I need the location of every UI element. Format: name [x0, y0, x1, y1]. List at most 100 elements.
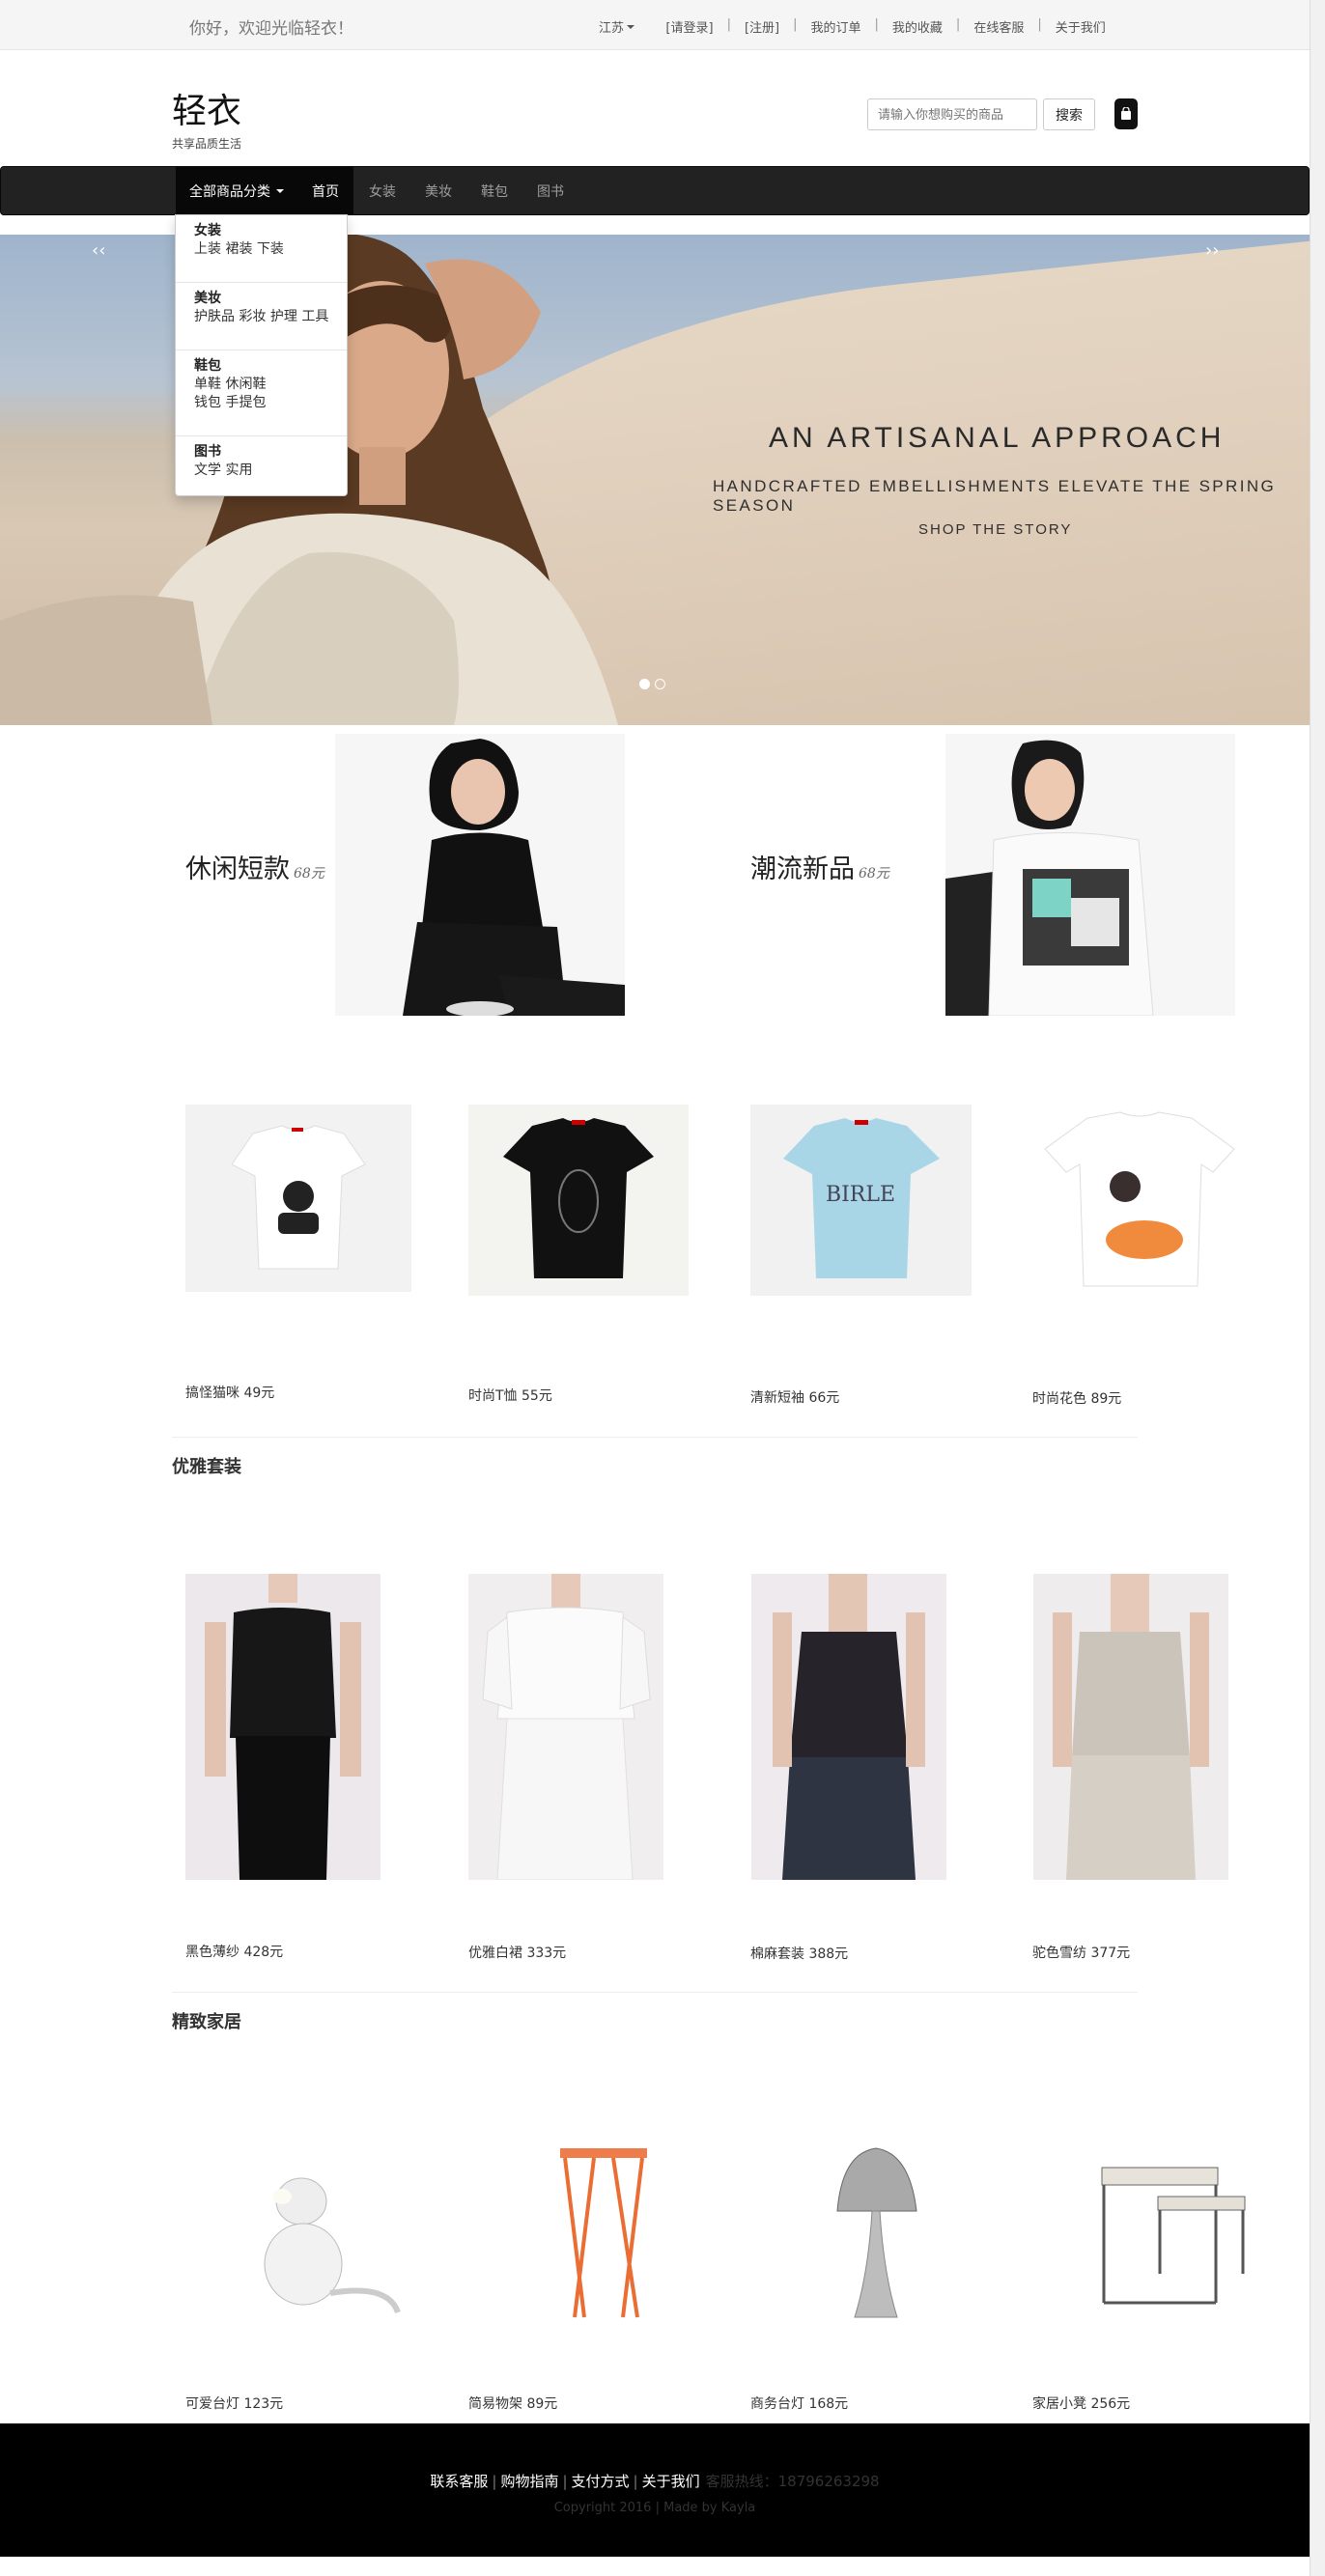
divider: | — [492, 2473, 497, 2490]
top-nav: 江苏 | [请登录] | [注册] | 我的订单 | 我的收藏 | 在线客服 |… — [599, 17, 1106, 36]
feature-casual-image[interactable] — [335, 734, 625, 1016]
nav-beauty[interactable]: 美妆 — [425, 167, 452, 214]
product-image-shelf[interactable] — [468, 2129, 700, 2327]
product-label[interactable]: 商务台灯 168元 — [750, 2394, 848, 2413]
footer-payment-link[interactable]: 支付方式 — [572, 2473, 630, 2490]
search-input[interactable] — [867, 98, 1037, 130]
dropdown-group-shoes-bags[interactable]: 鞋包 单鞋 休闲鞋 钱包 手提包 — [194, 357, 266, 412]
nav-home[interactable]: 首页 — [312, 167, 339, 214]
footer-contact-link[interactable]: 联系客服 — [430, 2473, 488, 2490]
product-label[interactable]: 简易物架 89元 — [468, 2394, 557, 2413]
product-label[interactable]: 时尚T恤 55元 — [468, 1386, 552, 1405]
page: 你好，欢迎光临轻衣！ 江苏 | [请登录] | [注册] | 我的订单 | 我的… — [0, 0, 1310, 2576]
about-us-link[interactable]: 关于我们 — [1056, 17, 1106, 36]
section-divider — [172, 1437, 1138, 1438]
dropdown-group-women[interactable]: 女装 上装 裙装 下装 — [194, 222, 284, 259]
category-dropdown-menu: 女装 上装 裙装 下装 美妆 护肤品 彩妆 护理 工具 鞋包 单鞋 休闲鞋 钱包… — [175, 214, 348, 496]
product-label[interactable]: 家居小凳 256元 — [1032, 2394, 1130, 2413]
group-items[interactable]: 护肤品 彩妆 护理 工具 — [194, 308, 328, 326]
product-image-linen-set[interactable] — [751, 1574, 946, 1880]
category-label: 全部商品分类 — [189, 183, 270, 200]
product-image-floral-tee[interactable] — [1033, 1105, 1246, 1292]
feature-price: 68元 — [294, 866, 324, 882]
section-title-suits: 优雅套装 — [172, 1457, 241, 1477]
login-link[interactable]: [请登录] — [665, 17, 713, 36]
search-button[interactable]: 搜索 — [1043, 98, 1095, 130]
group-items[interactable]: 文学 实用 — [194, 462, 252, 480]
footer-about-link[interactable]: 关于我们 — [642, 2473, 700, 2490]
product-image-white-dress[interactable] — [468, 1574, 663, 1880]
dropdown-group-books[interactable]: 图书 文学 实用 — [194, 443, 252, 480]
divider — [176, 435, 347, 436]
chevron-down-icon — [276, 188, 284, 193]
feature-trendy-title[interactable]: 潮流新品 68元 — [750, 848, 889, 885]
group-title: 美妆 — [194, 291, 221, 306]
nav-shoes-bags[interactable]: 鞋包 — [481, 167, 508, 214]
main-navbar: 全部商品分类 首页 女装 美妆 鞋包 图书 — [0, 166, 1310, 215]
svg-text:BIRLE: BIRLE — [826, 1183, 895, 1207]
footer-hotline: 客服热线：18796263298 — [705, 2473, 880, 2490]
divider — [176, 282, 347, 283]
product-image-monkey-lamp[interactable] — [185, 2129, 417, 2327]
nav-women[interactable]: 女装 — [369, 167, 396, 214]
feature-name: 休闲短款 — [185, 854, 290, 884]
product-image-cat-tee[interactable] — [185, 1105, 411, 1292]
product-label[interactable]: 可爱台灯 123元 — [185, 2394, 283, 2413]
feature-casual-title[interactable]: 休闲短款 68元 — [185, 848, 324, 885]
footer-guide-link[interactable]: 购物指南 — [500, 2473, 558, 2490]
product-label[interactable]: 棉麻套装 388元 — [750, 1944, 848, 1963]
hero-title: AN ARTISANAL APPROACH — [769, 422, 1226, 454]
hero-model-image — [0, 235, 618, 725]
shopping-bag-icon[interactable] — [1114, 98, 1138, 129]
my-favorites-link[interactable]: 我的收藏 — [892, 17, 943, 36]
divider: | — [874, 17, 879, 32]
hero-cta-link[interactable]: SHOP THE STORY — [918, 521, 1072, 538]
carousel-dot[interactable] — [655, 679, 665, 689]
group-items[interactable]: 单鞋 休闲鞋 — [194, 376, 266, 394]
welcome-text: 你好，欢迎光临轻衣！ — [189, 19, 353, 39]
chevron-down-icon — [627, 24, 635, 29]
carousel-prev-button[interactable]: ‹‹ — [92, 240, 105, 261]
product-image-desk-lamp[interactable] — [750, 2129, 982, 2327]
section-divider — [172, 1992, 1138, 1993]
carousel-indicators — [639, 679, 665, 689]
register-link[interactable]: [注册] — [745, 17, 779, 36]
group-title: 鞋包 — [194, 358, 221, 374]
product-label[interactable]: 驼色雪纺 377元 — [1032, 1943, 1130, 1962]
hero-subtitle: HANDCRAFTED EMBELLISHMENTS ELEVATE THE S… — [713, 477, 1277, 515]
brand-logo[interactable]: 轻衣 — [172, 83, 241, 133]
product-image-stool[interactable] — [1032, 2129, 1264, 2327]
feature-price: 68元 — [859, 866, 889, 882]
divider: | — [1037, 17, 1042, 32]
brand-tagline: 共享品质生活 — [172, 137, 242, 151]
my-orders-link[interactable]: 我的订单 — [811, 17, 861, 36]
region-selector[interactable]: 江苏 — [599, 17, 635, 36]
divider: | — [633, 2473, 638, 2490]
product-label[interactable]: 时尚花色 89元 — [1032, 1388, 1121, 1408]
product-label[interactable]: 黑色薄纱 428元 — [185, 1942, 283, 1961]
vertical-scrollbar[interactable] — [1310, 0, 1325, 2576]
top-bar: 你好，欢迎光临轻衣！ 江苏 | [请登录] | [注册] | 我的订单 | 我的… — [0, 0, 1310, 50]
group-items[interactable]: 上装 裙装 下装 — [194, 240, 284, 259]
carousel-next-button[interactable]: ›› — [1205, 240, 1219, 261]
online-service-link[interactable]: 在线客服 — [973, 17, 1024, 36]
product-image-black-chiffon[interactable] — [185, 1574, 381, 1880]
divider: | — [793, 17, 798, 32]
product-label[interactable]: 清新短袖 66元 — [750, 1387, 839, 1407]
footer: 联系客服 | 购物指南 | 支付方式 | 关于我们 客服热线：18796263298 Copy… — [0, 2423, 1310, 2557]
group-items[interactable]: 钱包 手提包 — [194, 394, 266, 412]
product-image-black-tee[interactable] — [468, 1105, 689, 1296]
footer-copyright: Copyright 2016 | Made by Kayla — [553, 2501, 756, 2515]
product-image-camel-chiffon[interactable] — [1033, 1574, 1228, 1880]
product-label[interactable]: 搞怪猫咪 49元 — [185, 1383, 274, 1402]
dropdown-group-beauty[interactable]: 美妆 护肤品 彩妆 护理 工具 — [194, 290, 328, 326]
nav-books[interactable]: 图书 — [537, 167, 564, 214]
section-title-home: 精致家居 — [172, 2012, 241, 2032]
footer-links: 联系客服 | 购物指南 | 支付方式 | 关于我们 客服热线：18796263298 — [0, 2471, 1310, 2491]
feature-trendy-image[interactable] — [945, 734, 1235, 1016]
carousel-dot[interactable] — [639, 679, 650, 689]
product-image-blue-tee[interactable]: BIRLE — [750, 1105, 972, 1296]
group-title: 女装 — [194, 223, 221, 238]
divider: | — [562, 2473, 568, 2490]
product-label[interactable]: 优雅白裙 333元 — [468, 1943, 566, 1962]
